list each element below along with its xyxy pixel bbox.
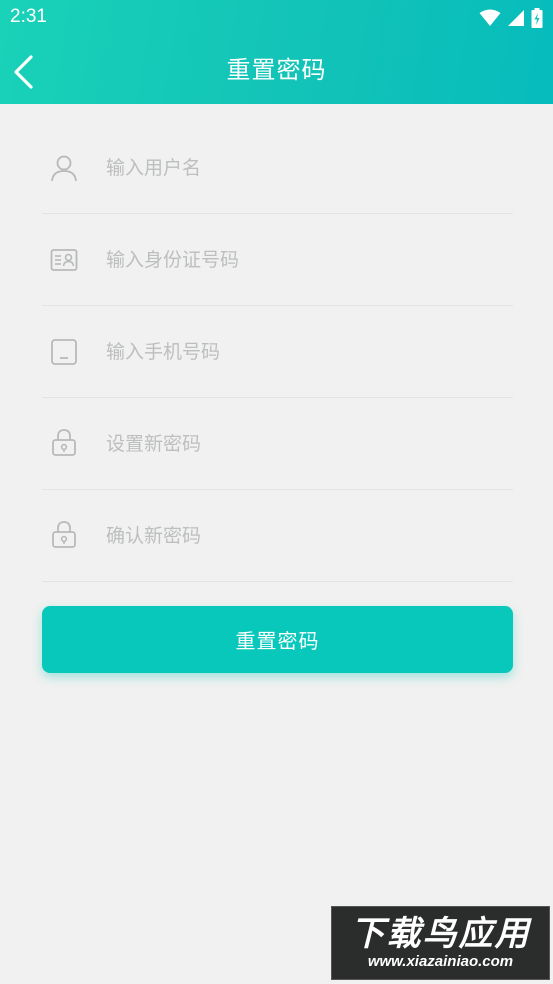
wifi-icon: [479, 9, 501, 26]
status-icons: [479, 8, 543, 28]
username-input[interactable]: [106, 152, 496, 184]
reset-password-button[interactable]: 重置密码: [42, 606, 513, 673]
signal-icon: [508, 10, 524, 26]
reset-password-form: [42, 122, 513, 582]
lock-icon: [52, 429, 76, 456]
watermark-logo: 下载鸟应用 www.xiazainiao.com: [331, 906, 550, 980]
id-card-icon: [50, 249, 78, 271]
id-number-input[interactable]: [106, 244, 496, 276]
phone-icon: [51, 339, 77, 365]
status-time: 2:31: [10, 6, 47, 27]
new-password-row: [42, 398, 513, 490]
confirm-password-row: [42, 490, 513, 582]
id-card-row: [42, 214, 513, 306]
app-header: 2:31 重置密码: [0, 0, 553, 104]
status-bar: 2:31: [0, 0, 553, 36]
new-password-input[interactable]: [106, 428, 496, 460]
battery-icon: [531, 8, 543, 28]
username-row: [42, 122, 513, 214]
watermark-title: 下载鸟应用: [350, 914, 531, 954]
lock-icon: [52, 521, 76, 548]
confirm-password-input[interactable]: [106, 520, 496, 552]
page-title: 重置密码: [226, 56, 327, 84]
phone-input[interactable]: [106, 336, 496, 368]
phone-row: [42, 306, 513, 398]
user-icon: [51, 155, 77, 182]
watermark-url: www.xiazainiao.com: [367, 953, 514, 970]
